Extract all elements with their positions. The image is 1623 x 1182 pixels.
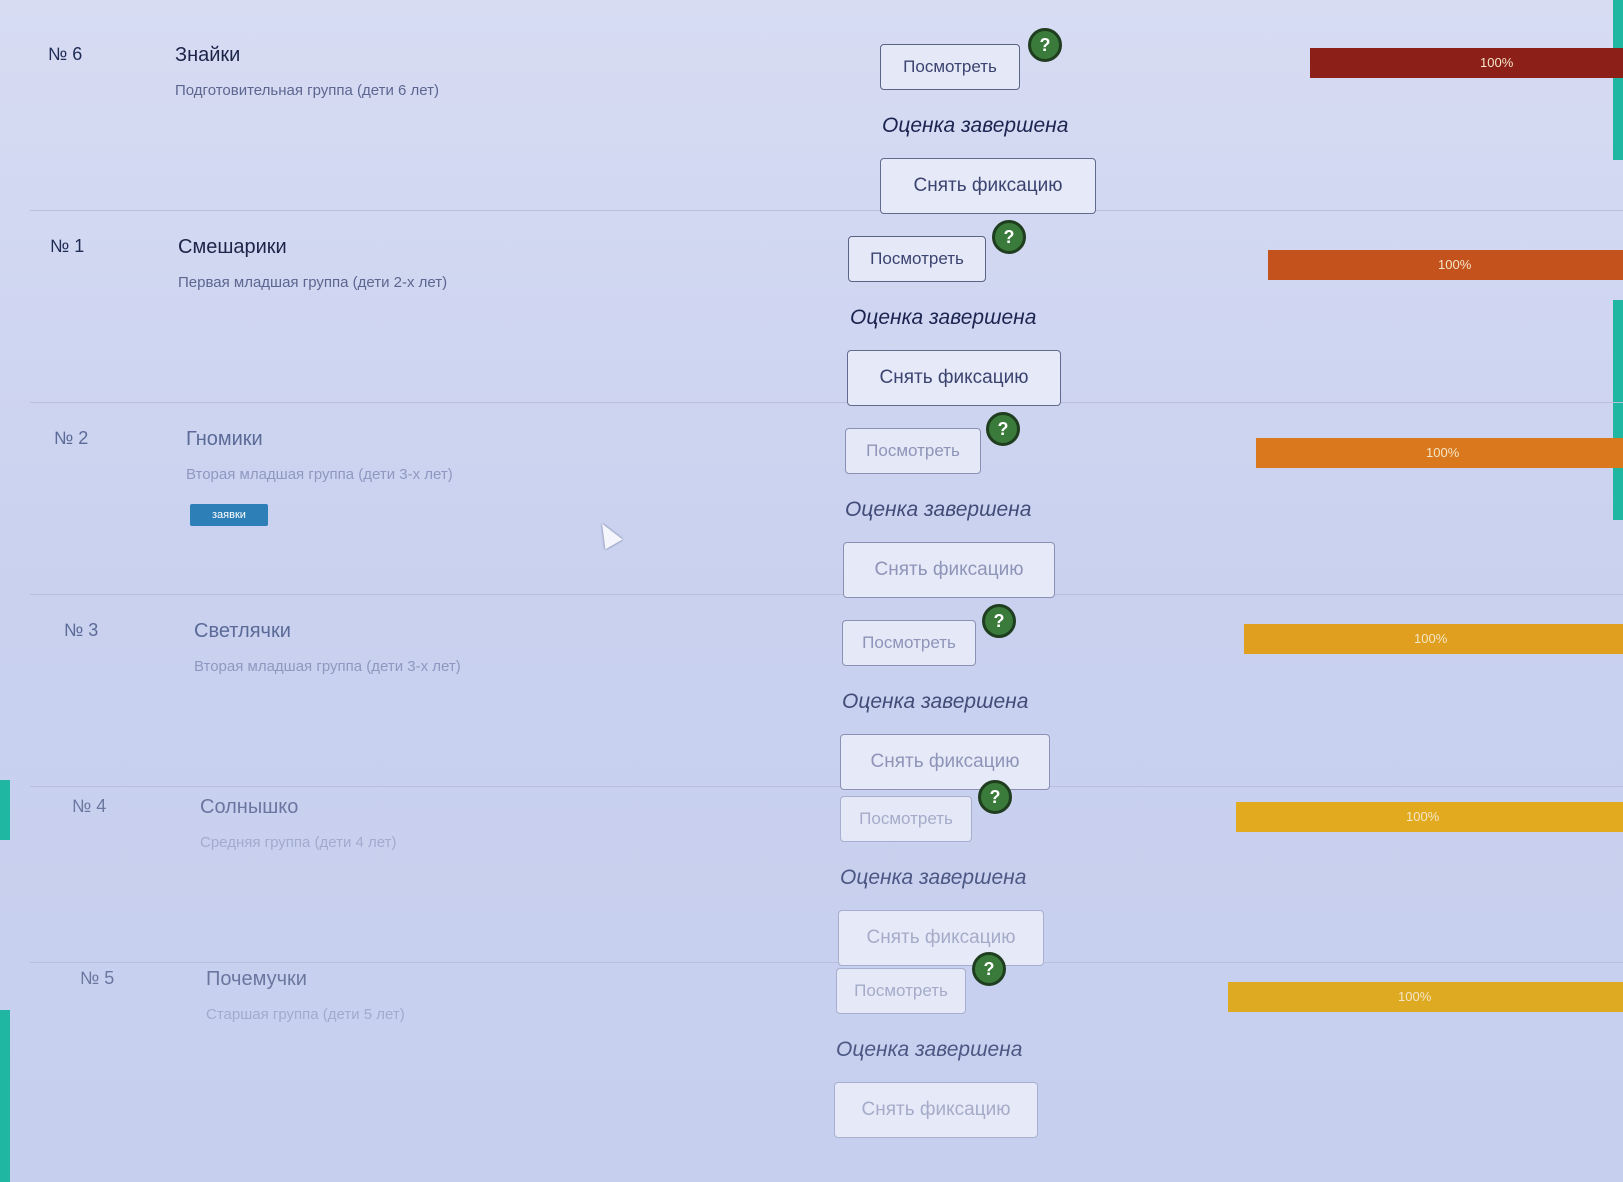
group-number: № 3: [64, 620, 99, 640]
view-button[interactable]: Посмотреть: [840, 796, 972, 842]
group-number: № 5: [80, 968, 115, 988]
group-number: № 1: [50, 236, 85, 256]
unfix-button[interactable]: Снять фиксацию: [843, 542, 1055, 598]
group-description: Средняя группа (дети 4 лет): [200, 834, 397, 851]
status-text: Оценка завершена: [882, 114, 1069, 137]
group-row-smeshariki: № 1 Смешарики Первая младшая группа (дет…: [30, 210, 1623, 406]
groups-screen: № 6 Знайки Подготовительная группа (дети…: [0, 0, 1623, 1182]
group-name: Почемучки: [206, 968, 307, 990]
unfix-button[interactable]: Снять фиксацию: [834, 1082, 1038, 1138]
unfix-button[interactable]: Снять фиксацию: [847, 350, 1061, 406]
group-row-solnyshko: № 4 Солнышко Средняя группа (дети 4 лет)…: [30, 770, 1623, 966]
progress-bar: 100%: [1228, 982, 1623, 1012]
group-row-gnomiki: № 2 Гномики Вторая младшая группа (дети …: [30, 402, 1623, 598]
group-description: Вторая младшая группа (дети 3-х лет): [186, 466, 453, 483]
group-description: Старшая группа (дети 5 лет): [206, 1006, 405, 1023]
status-text: Оценка завершена: [842, 690, 1029, 713]
view-button[interactable]: Посмотреть: [880, 44, 1020, 90]
progress-label: 100%: [1398, 989, 1432, 1004]
progress-label: 100%: [1406, 809, 1440, 824]
status-text: Оценка завершена: [836, 1038, 1023, 1061]
question-icon[interactable]: ?: [986, 412, 1020, 446]
group-name: Светлячки: [194, 620, 291, 642]
progress-label: 100%: [1438, 257, 1472, 272]
group-number: № 2: [54, 428, 89, 448]
edge-accent-left-lower: [0, 1010, 10, 1182]
question-icon[interactable]: ?: [972, 952, 1006, 986]
question-icon[interactable]: ?: [982, 604, 1016, 638]
status-badge: заявки: [190, 504, 268, 526]
view-button[interactable]: Посмотреть: [848, 236, 986, 282]
question-icon[interactable]: ?: [978, 780, 1012, 814]
group-row-znaiki: № 6 Знайки Подготовительная группа (дети…: [30, 18, 1623, 214]
group-description: Вторая младшая группа (дети 3-х лет): [194, 658, 461, 675]
group-name: Солнышко: [200, 796, 299, 818]
group-name: Гномики: [186, 428, 263, 450]
status-text: Оценка завершена: [850, 306, 1037, 329]
group-row-svetlyachki: № 3 Светлячки Вторая младшая группа (дет…: [30, 594, 1623, 790]
group-number: № 6: [48, 44, 83, 64]
question-icon[interactable]: ?: [992, 220, 1026, 254]
progress-bar: 100%: [1256, 438, 1623, 468]
group-name: Знайки: [175, 44, 241, 66]
group-name: Смешарики: [178, 236, 287, 258]
question-icon[interactable]: ?: [1028, 28, 1062, 62]
group-description: Подготовительная группа (дети 6 лет): [175, 82, 440, 99]
group-number: № 4: [72, 796, 107, 816]
progress-label: 100%: [1480, 55, 1514, 70]
status-text: Оценка завершена: [845, 498, 1032, 521]
progress-bar: 100%: [1236, 802, 1623, 832]
progress-bar: 100%: [1268, 250, 1623, 280]
view-button[interactable]: Посмотреть: [842, 620, 976, 666]
view-button[interactable]: Посмотреть: [836, 968, 966, 1014]
progress-label: 100%: [1414, 631, 1448, 646]
progress-fill: [1310, 48, 1623, 78]
progress-bar: 100%: [1244, 624, 1623, 654]
group-description: Первая младшая группа (дети 2-х лет): [178, 274, 448, 291]
view-button[interactable]: Посмотреть: [845, 428, 981, 474]
progress-bar: 100%: [1310, 48, 1623, 78]
edge-accent-left-bottom: [0, 780, 10, 840]
unfix-button[interactable]: Снять фиксацию: [880, 158, 1096, 214]
status-text: Оценка завершена: [840, 866, 1027, 889]
group-row-pochemuchki: № 5 Почемучки Старшая группа (дети 5 лет…: [30, 942, 1623, 1138]
progress-label: 100%: [1426, 445, 1460, 460]
